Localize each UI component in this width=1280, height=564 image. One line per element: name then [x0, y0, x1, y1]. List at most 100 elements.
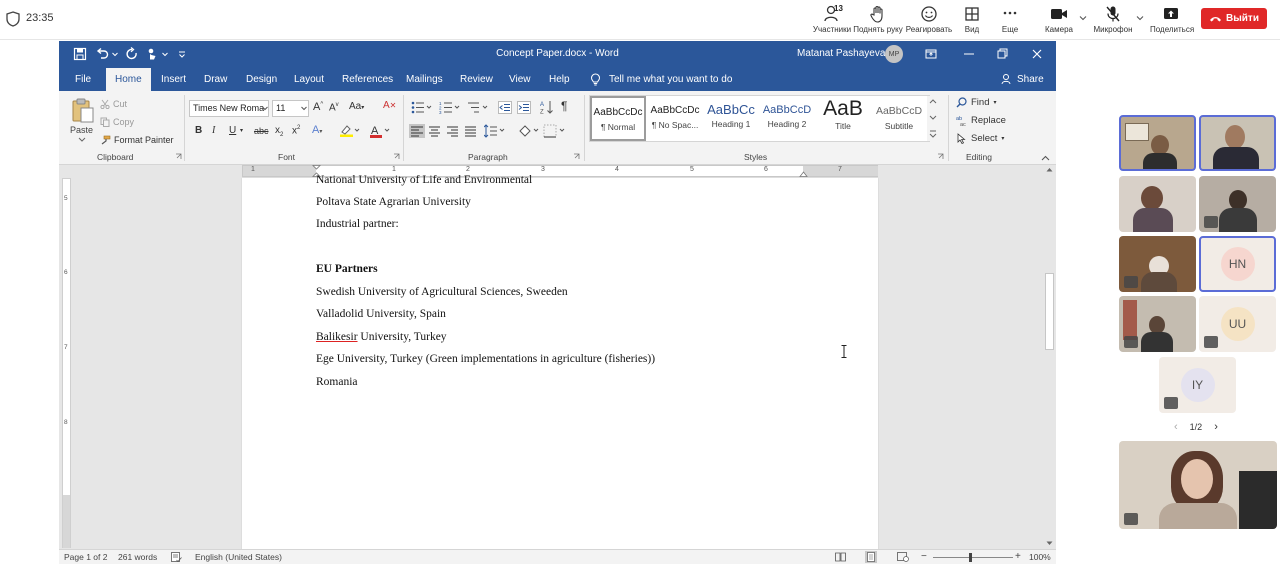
bold-icon[interactable]: B — [195, 125, 202, 136]
raise-hand-button[interactable]: Поднять руку — [853, 4, 903, 36]
language[interactable]: English (United States) — [195, 552, 282, 562]
minimize-icon[interactable] — [961, 46, 977, 62]
strikethrough-icon[interactable]: abc — [254, 126, 269, 136]
font-name-chevron-icon[interactable] — [262, 106, 268, 111]
align-left-icon[interactable] — [409, 124, 425, 138]
numbering-icon[interactable]: 123 — [439, 101, 461, 114]
participant-video[interactable] — [1119, 176, 1196, 232]
tab-references[interactable]: References — [342, 74, 393, 85]
select-button[interactable]: Select ▾ — [956, 133, 1004, 144]
style-subtitle[interactable]: AaBbCcD Subtitle — [871, 96, 927, 141]
share-screen-button[interactable]: Поделиться — [1150, 4, 1194, 36]
increase-indent-icon[interactable] — [517, 101, 531, 114]
camera-options-chevron-icon[interactable] — [1079, 14, 1087, 22]
line-spacing-icon[interactable] — [484, 124, 506, 138]
paragraph-launcher-icon[interactable] — [573, 153, 580, 160]
font-name-select[interactable]: Times New Roma — [189, 100, 269, 117]
multilevel-list-icon[interactable] — [467, 101, 489, 114]
print-layout-icon[interactable] — [865, 551, 877, 563]
find-button[interactable]: Find ▾ — [956, 97, 997, 108]
scroll-thumb[interactable] — [1045, 273, 1054, 350]
tab-insert[interactable]: Insert — [161, 74, 186, 85]
participant-video[interactable] — [1119, 236, 1196, 292]
self-view-video[interactable] — [1119, 441, 1277, 529]
underline-icon[interactable]: U — [229, 125, 236, 136]
replace-button[interactable]: ab ac Replace — [956, 115, 1006, 126]
tab-help[interactable]: Help — [549, 74, 570, 85]
participant-video[interactable] — [1199, 115, 1276, 171]
user-avatar[interactable]: MP — [885, 45, 903, 63]
right-indent-marker-icon[interactable] — [799, 171, 808, 177]
prev-page-chevron-icon[interactable]: ‹ — [1174, 421, 1178, 433]
ribbon-display-options-icon[interactable] — [923, 46, 939, 62]
participant-tile-iy[interactable]: IY — [1159, 357, 1236, 413]
style-no-spacing[interactable]: AaBbCcDc ¶ No Spac... — [647, 96, 703, 141]
style-heading-2[interactable]: AaBbCcD Heading 2 — [759, 96, 815, 141]
page-count[interactable]: Page 1 of 2 — [64, 552, 107, 562]
participant-video[interactable] — [1199, 176, 1276, 232]
web-layout-icon[interactable] — [897, 552, 909, 562]
microphone-button[interactable]: Микрофон — [1093, 4, 1133, 36]
word-count[interactable]: 261 words — [118, 552, 157, 562]
paste-icon[interactable] — [71, 97, 95, 123]
style-title[interactable]: AaB Title — [815, 96, 871, 141]
underline-dropdown-icon[interactable]: ▾ — [240, 127, 243, 134]
tab-home[interactable]: Home — [106, 68, 151, 91]
scroll-down-icon[interactable] — [1046, 541, 1053, 546]
collapse-ribbon-icon[interactable] — [1041, 155, 1050, 161]
paste-label[interactable]: Paste — [70, 125, 93, 135]
tab-review[interactable]: Review — [460, 74, 493, 85]
shrink-font-icon[interactable]: Av — [329, 102, 339, 113]
misspelled-word[interactable]: Balikesir — [316, 331, 358, 343]
find-dropdown-icon[interactable]: ▾ — [993, 99, 996, 106]
user-name[interactable]: Matanat Pashayeva — [797, 48, 885, 59]
justify-icon[interactable] — [464, 125, 477, 137]
font-launcher-icon[interactable] — [393, 153, 400, 160]
share-button[interactable]: Share — [1001, 73, 1044, 85]
copy-button[interactable]: Copy — [100, 117, 134, 127]
react-button[interactable]: Реагировать — [905, 4, 953, 36]
security-shield-icon[interactable] — [6, 11, 20, 27]
cut-button[interactable]: Cut — [100, 99, 127, 109]
align-right-icon[interactable] — [446, 125, 459, 137]
tab-draw[interactable]: Draw — [204, 74, 227, 85]
participant-video[interactable] — [1119, 115, 1196, 171]
zoom-slider[interactable] — [933, 557, 1013, 558]
tab-mailings[interactable]: Mailings — [406, 74, 443, 85]
superscript-icon[interactable]: x2 — [292, 125, 300, 136]
tell-me-search[interactable]: Tell me what you want to do — [590, 73, 732, 86]
participant-tile-hn[interactable]: HN — [1199, 236, 1276, 292]
vertical-ruler[interactable]: 5 6 7 8 — [62, 178, 71, 548]
camera-button[interactable]: Камера — [1043, 4, 1075, 36]
select-dropdown-icon[interactable]: ▾ — [1001, 135, 1004, 142]
sort-icon[interactable]: AZ — [540, 100, 554, 115]
subscript-icon[interactable]: x2 — [275, 125, 283, 138]
tab-view[interactable]: View — [509, 74, 531, 85]
participants-button[interactable]: Участники — [812, 4, 852, 36]
view-button[interactable]: Вид — [958, 4, 986, 36]
decrease-indent-icon[interactable] — [498, 101, 512, 114]
highlight-color-icon[interactable] — [339, 124, 361, 140]
align-center-icon[interactable] — [428, 125, 441, 137]
scroll-up-icon[interactable] — [1046, 167, 1053, 172]
next-page-chevron-icon[interactable]: › — [1214, 421, 1218, 433]
shading-icon[interactable] — [518, 124, 540, 138]
font-size-chevron-icon[interactable] — [301, 106, 307, 111]
more-button[interactable]: Еще — [996, 4, 1024, 36]
clipboard-launcher-icon[interactable] — [175, 153, 182, 160]
text-effects-icon[interactable]: A▾ — [312, 124, 322, 136]
tab-file[interactable]: File — [75, 74, 91, 85]
paste-dropdown-icon[interactable] — [78, 137, 86, 143]
tab-design[interactable]: Design — [246, 74, 277, 85]
styles-scroll-icon[interactable] — [928, 96, 938, 142]
clear-formatting-icon[interactable]: A✕ — [383, 100, 396, 111]
proofing-icon[interactable] — [171, 552, 182, 562]
zoom-in-icon[interactable]: + — [1015, 551, 1021, 562]
tab-layout[interactable]: Layout — [294, 74, 324, 85]
leave-meeting-button[interactable]: Выйти — [1201, 8, 1267, 29]
participant-tile-uu[interactable]: UU — [1199, 296, 1276, 352]
close-icon[interactable] — [1029, 46, 1045, 62]
vertical-scrollbar[interactable] — [1043, 165, 1056, 549]
font-color-icon[interactable]: A — [370, 124, 392, 141]
show-formatting-marks-icon[interactable]: ¶ — [561, 99, 567, 113]
